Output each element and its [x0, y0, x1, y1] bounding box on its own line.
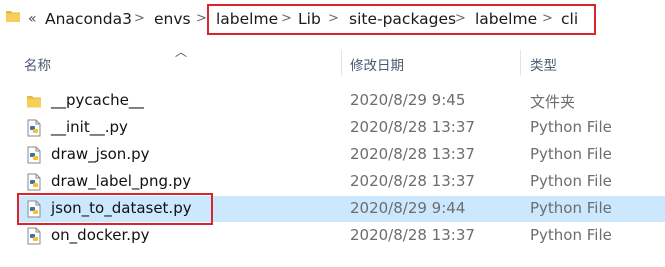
file-type: Python File	[530, 199, 612, 217]
breadcrumb-item-anaconda3[interactable]: Anaconda3	[45, 9, 132, 29]
column-header-name[interactable]: 名称	[24, 54, 51, 74]
list-item[interactable]: __init__.py 2020/8/28 13:37 Python File	[18, 115, 665, 141]
file-modified: 2020/8/28 13:37	[350, 226, 475, 244]
column-header-modified[interactable]: 修改日期	[350, 54, 404, 74]
python-file-icon	[27, 227, 41, 245]
file-name: json_to_dataset.py	[51, 199, 192, 217]
file-type: Python File	[530, 172, 612, 190]
breadcrumb-separator[interactable]: >	[196, 10, 207, 28]
file-name: draw_json.py	[51, 145, 150, 163]
column-divider[interactable]	[341, 50, 342, 76]
list-item[interactable]: on_docker.py 2020/8/28 13:37 Python File	[18, 223, 665, 249]
file-modified: 2020/8/28 13:37	[350, 145, 475, 163]
file-type: Python File	[530, 226, 612, 244]
column-divider[interactable]	[520, 50, 521, 76]
list-item[interactable]: draw_json.py 2020/8/28 13:37 Python File	[18, 142, 665, 168]
path-highlight-box	[207, 4, 596, 35]
folder-icon	[6, 11, 20, 22]
breadcrumb-overflow-icon[interactable]: «	[28, 10, 37, 28]
file-name: __init__.py	[51, 118, 128, 136]
python-file-icon	[27, 200, 41, 218]
file-name: on_docker.py	[51, 226, 150, 244]
list-item[interactable]: draw_label_png.py 2020/8/28 13:37 Python…	[18, 169, 665, 195]
list-item-selected[interactable]: json_to_dataset.py 2020/8/29 9:44 Python…	[18, 196, 665, 222]
file-modified: 2020/8/29 9:45	[350, 91, 466, 109]
list-item[interactable]: __pycache__ 2020/8/29 9:45 文件夹	[18, 88, 665, 114]
column-header-type[interactable]: 类型	[530, 54, 557, 74]
python-file-icon	[27, 146, 41, 164]
file-name: draw_label_png.py	[51, 172, 192, 190]
file-type: Python File	[530, 145, 612, 163]
breadcrumb-item-envs[interactable]: envs	[154, 9, 191, 29]
folder-icon	[27, 96, 41, 108]
file-modified: 2020/8/28 13:37	[350, 118, 475, 136]
address-bar[interactable]: « Anaconda3 > envs > labelme > Lib > sit…	[0, 0, 665, 40]
file-name: __pycache__	[51, 91, 144, 109]
file-type: Python File	[530, 118, 612, 136]
python-file-icon	[27, 173, 41, 191]
file-modified: 2020/8/28 13:37	[350, 172, 475, 190]
file-modified: 2020/8/29 9:44	[350, 199, 466, 217]
breadcrumb-separator[interactable]: >	[134, 10, 145, 28]
column-header-row: 名称 修改日期 类型	[0, 50, 665, 76]
python-file-icon	[27, 119, 41, 137]
file-type: 文件夹	[530, 93, 576, 111]
